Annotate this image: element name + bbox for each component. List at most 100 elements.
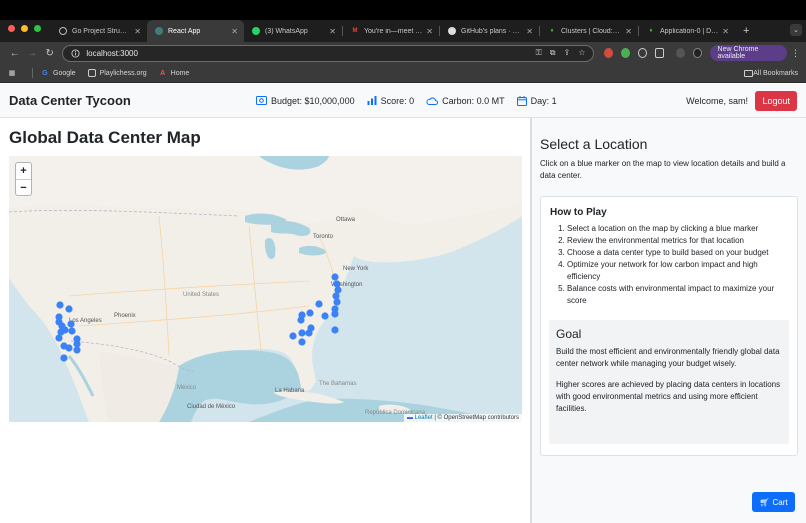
- how-to-play-steps: Select a location on the map by clicking…: [550, 223, 792, 307]
- goal-box: Goal Build the most efficient and enviro…: [549, 320, 789, 444]
- list-item: Review the environmental metrics for tha…: [567, 235, 792, 247]
- tab-application[interactable]: ♦ Application-0 | Depl ✕: [639, 20, 735, 42]
- all-bookmarks-button[interactable]: All Bookmarks: [744, 69, 798, 77]
- map-tiles: Ottawa Toronto New York Washington Unite…: [9, 156, 522, 422]
- folder-icon: [744, 69, 754, 77]
- chrome-menu-icon[interactable]: ⋮: [791, 48, 800, 59]
- password-key-icon[interactable]: ⚿: [536, 48, 542, 58]
- extension-icon[interactable]: [637, 48, 647, 58]
- share-icon[interactable]: ⇪: [563, 48, 570, 58]
- close-tab-icon[interactable]: ✕: [526, 27, 533, 36]
- goal-text-scoring: Higher scores are achieved by placing da…: [556, 380, 781, 413]
- chess-icon: [87, 69, 96, 77]
- bookmark-playlichess[interactable]: Playlichess.org: [87, 69, 147, 77]
- map-label-new-york: New York: [343, 266, 369, 272]
- forward-button[interactable]: →: [23, 48, 40, 59]
- cart-button[interactable]: 🛒︎ Cart: [752, 492, 795, 512]
- close-tab-icon[interactable]: ✕: [426, 27, 433, 36]
- globe-icon: [59, 27, 67, 35]
- score-stat: Score: 0: [367, 96, 414, 106]
- apps-grid-icon[interactable]: ▦: [8, 69, 20, 77]
- tab-clusters[interactable]: ♦ Clusters | Cloud: Mo ✕: [540, 20, 638, 42]
- leaflet-map[interactable]: Ottawa Toronto New York Washington Unite…: [9, 156, 522, 422]
- extension-icon[interactable]: [621, 48, 630, 58]
- home-icon: A: [160, 69, 166, 77]
- welcome-text: Welcome, sam!: [686, 95, 748, 106]
- panel-instructions: Click on a blue marker on the map to vie…: [540, 159, 786, 180]
- mongodb-icon: ♦: [649, 28, 653, 34]
- whatsapp-icon: [252, 27, 260, 35]
- close-tab-icon[interactable]: ✕: [722, 27, 729, 36]
- map-label-united-states: United States: [183, 292, 219, 298]
- cart-icon: 🛒︎: [759, 497, 770, 507]
- osm-attribution[interactable]: | © OpenStreetMap contributors: [434, 415, 519, 421]
- goal-text: Build the most efficient and environment…: [556, 347, 780, 368]
- logout-button[interactable]: Logout: [755, 91, 797, 111]
- zoom-out-button[interactable]: −: [16, 179, 31, 195]
- address-bar: ← → ↻ localhost:3000 ⚿ ⧉ ⇪ ☆ New Chrome …: [0, 42, 806, 64]
- window-controls: [0, 24, 51, 38]
- bookmarks-bar: ▦ G Google Playlichess.org A Home All Bo…: [0, 64, 806, 83]
- ukraine-flag-icon: ▬: [406, 415, 413, 421]
- map-title: Global Data Center Map: [9, 128, 201, 147]
- site-info-icon[interactable]: [71, 48, 80, 58]
- url-input[interactable]: localhost:3000 ⚿ ⧉ ⇪ ☆: [62, 44, 595, 62]
- back-button[interactable]: ←: [6, 48, 23, 59]
- how-to-play-title: How to Play: [550, 207, 607, 218]
- github-icon: [448, 27, 456, 35]
- close-tab-icon[interactable]: ✕: [625, 27, 632, 36]
- map-label-mexico: México: [177, 385, 197, 391]
- close-tab-icon[interactable]: ✕: [329, 27, 336, 36]
- calendar-icon: [516, 95, 527, 106]
- app-brand[interactable]: Data Center Tycoon: [9, 93, 131, 108]
- profile-avatar[interactable]: [692, 48, 702, 58]
- bar-chart-icon: [367, 96, 377, 105]
- stats-bar: Budget: $10,000,000 Score: 0 Carbon: 0.0…: [256, 95, 557, 106]
- reload-button[interactable]: ↻: [41, 48, 58, 59]
- close-tab-icon[interactable]: ✕: [231, 27, 238, 36]
- bookmark-star-icon[interactable]: ☆: [578, 48, 585, 58]
- zoom-controls: + −: [15, 162, 32, 196]
- maximize-window-button[interactable]: [34, 24, 41, 32]
- panel-title: Select a Location: [540, 136, 648, 152]
- tab-gmail[interactable]: M You're in—meet Clau ✕: [343, 20, 439, 42]
- map-label-ciudad-de-mexico: Ciudad de México: [187, 404, 236, 410]
- list-item: Select a location on the map by clicking…: [567, 223, 792, 235]
- install-app-icon[interactable]: ⧉: [550, 48, 556, 58]
- cloud-icon: [426, 96, 439, 105]
- react-icon: [155, 27, 163, 35]
- cash-icon: [256, 96, 267, 105]
- bookmark-home[interactable]: A Home: [159, 69, 189, 77]
- tab-go-project-structure[interactable]: Go Project Structure ✕: [51, 20, 147, 42]
- map-label-toronto: Toronto: [313, 234, 334, 240]
- tab-react-app[interactable]: React App ✕: [147, 20, 244, 42]
- close-window-button[interactable]: [8, 24, 15, 32]
- map-label-ottawa: Ottawa: [336, 217, 356, 223]
- tab-search-button[interactable]: ⌄: [790, 24, 802, 36]
- list-item: Optimize your network for low carbon imp…: [567, 259, 792, 283]
- extensions-puzzle-icon[interactable]: [654, 48, 664, 58]
- tab-strip: Go Project Structure ✕ React App ✕ (3) W…: [0, 20, 806, 42]
- google-icon: G: [42, 69, 48, 77]
- bookmark-google[interactable]: G Google: [41, 69, 75, 77]
- leaflet-link[interactable]: Leaflet: [415, 415, 433, 421]
- map-label-phoenix: Phoenix: [114, 313, 136, 319]
- map-section: Global Data Center Map Ottawa Toronto Ne…: [0, 118, 531, 523]
- mongodb-icon: ♦: [550, 28, 554, 34]
- map-label-la-habana: La Habana: [275, 388, 305, 394]
- minimize-window-button[interactable]: [21, 24, 28, 32]
- list-item: Balance costs with environmental impact …: [567, 283, 792, 307]
- chrome-update-button[interactable]: New Chrome available: [709, 45, 787, 61]
- extension-icon[interactable]: [604, 48, 614, 58]
- tab-github-plans[interactable]: GitHub's plans · GitH ✕: [440, 20, 539, 42]
- carbon-stat: Carbon: 0.0 MT: [426, 96, 505, 106]
- close-tab-icon[interactable]: ✕: [134, 27, 141, 36]
- tab-groups-icon[interactable]: [675, 48, 685, 58]
- location-panel: Select a Location Click on a blue marker…: [532, 118, 806, 523]
- zoom-in-button[interactable]: +: [16, 163, 31, 179]
- new-tab-button[interactable]: +: [735, 25, 757, 37]
- app-navbar: Data Center Tycoon Budget: $10,000,000 S…: [0, 84, 806, 118]
- gmail-icon: M: [352, 28, 358, 34]
- budget-stat: Budget: $10,000,000: [256, 96, 355, 106]
- tab-whatsapp[interactable]: (3) WhatsApp ✕: [244, 20, 342, 42]
